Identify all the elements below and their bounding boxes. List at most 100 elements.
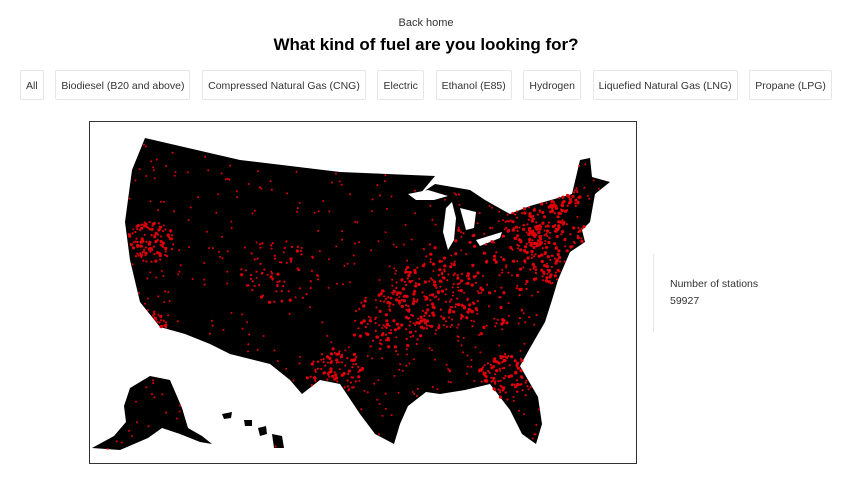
station-dot	[482, 275, 484, 278]
station-dot	[362, 304, 366, 308]
station-dot	[565, 193, 570, 198]
station-dot	[128, 429, 131, 432]
station-dot	[336, 282, 338, 285]
station-dot	[168, 300, 171, 303]
station-dot	[523, 342, 526, 345]
station-dot	[371, 198, 374, 201]
station-dot	[391, 284, 394, 287]
station-dot	[364, 296, 367, 299]
station-dot	[535, 221, 538, 224]
station-dot	[515, 210, 518, 213]
station-dot	[274, 445, 277, 448]
station-dot	[352, 358, 356, 362]
station-dot	[131, 263, 134, 266]
filter-cng-button[interactable]: Compressed Natural Gas (CNG)	[202, 70, 366, 100]
station-dot	[251, 289, 254, 292]
station-dot	[268, 300, 272, 304]
station-dot	[395, 336, 398, 339]
station-dot	[483, 232, 486, 235]
station-dot	[425, 324, 428, 327]
station-dot	[493, 317, 496, 320]
station-dot	[134, 230, 137, 234]
station-dot	[378, 324, 381, 327]
station-dot	[430, 324, 434, 328]
station-dot	[501, 269, 504, 271]
station-dot	[155, 276, 158, 279]
station-dot	[576, 201, 580, 205]
stations-map[interactable]	[89, 121, 637, 464]
filter-biodiesel-button[interactable]: Biodiesel (B20 and above)	[55, 70, 191, 100]
station-dot	[462, 337, 465, 339]
station-dot	[445, 363, 448, 366]
station-dot	[340, 361, 343, 364]
back-home-link[interactable]: Back home	[398, 17, 453, 29]
station-dot	[327, 361, 329, 364]
station-dot	[496, 318, 499, 321]
filter-propane-button[interactable]: Propane (LPG)	[749, 70, 832, 100]
station-dot	[211, 247, 214, 250]
station-dot	[449, 326, 452, 328]
station-dot	[309, 287, 312, 290]
station-dot	[498, 210, 501, 213]
station-dot	[516, 284, 519, 287]
station-dot	[381, 333, 384, 336]
station-dot	[416, 387, 419, 390]
station-dot	[352, 352, 357, 356]
filter-all-button[interactable]: All	[20, 70, 44, 100]
station-dot	[152, 169, 155, 172]
filter-ethanol-button[interactable]: Ethanol (E85)	[435, 70, 512, 100]
station-dot	[387, 296, 390, 299]
station-dot	[261, 271, 264, 274]
station-dot	[152, 221, 156, 226]
station-dot	[540, 225, 543, 228]
station-dot	[569, 245, 573, 249]
station-dot	[175, 417, 178, 420]
station-dot	[156, 251, 160, 255]
station-dot	[330, 341, 333, 344]
station-dot	[388, 339, 391, 342]
station-dot	[329, 352, 333, 356]
station-dot	[452, 263, 456, 267]
station-dot	[547, 280, 551, 284]
station-dot	[163, 301, 166, 303]
station-dot	[545, 232, 548, 235]
station-dot	[179, 404, 182, 407]
station-dot	[290, 245, 294, 248]
station-dot	[445, 288, 448, 291]
station-dot	[360, 408, 363, 411]
station-dot	[334, 373, 338, 377]
station-dot	[525, 250, 529, 255]
station-dot	[433, 283, 437, 287]
station-dot	[321, 353, 324, 356]
station-dot	[150, 160, 153, 163]
station-dot	[406, 277, 409, 280]
station-dot	[154, 259, 158, 263]
station-dot	[578, 229, 582, 233]
filter-hydrogen-button[interactable]: Hydrogen	[523, 70, 581, 100]
station-dot	[134, 240, 137, 243]
filter-electric-button[interactable]: Electric	[377, 70, 424, 100]
station-dot	[357, 327, 360, 330]
station-dot	[135, 400, 137, 403]
station-dot	[398, 368, 401, 371]
station-dot	[288, 312, 291, 315]
station-dot	[431, 349, 433, 352]
station-dot	[259, 262, 262, 265]
station-dot	[563, 260, 566, 263]
station-dot	[300, 246, 303, 249]
station-dot	[460, 272, 463, 275]
station-dot	[374, 329, 377, 333]
station-dot	[131, 435, 133, 438]
station-dot	[500, 256, 502, 259]
station-dot	[354, 242, 356, 245]
station-dot	[141, 251, 144, 254]
station-dot	[557, 255, 562, 260]
station-dot	[187, 219, 190, 222]
station-dot	[328, 210, 331, 213]
station-dot	[406, 265, 410, 269]
filter-lng-button[interactable]: Liquefied Natural Gas (LNG)	[592, 70, 738, 100]
station-dot	[450, 323, 453, 327]
station-dot	[438, 259, 442, 263]
station-dot	[495, 251, 498, 254]
station-dot	[501, 355, 505, 359]
